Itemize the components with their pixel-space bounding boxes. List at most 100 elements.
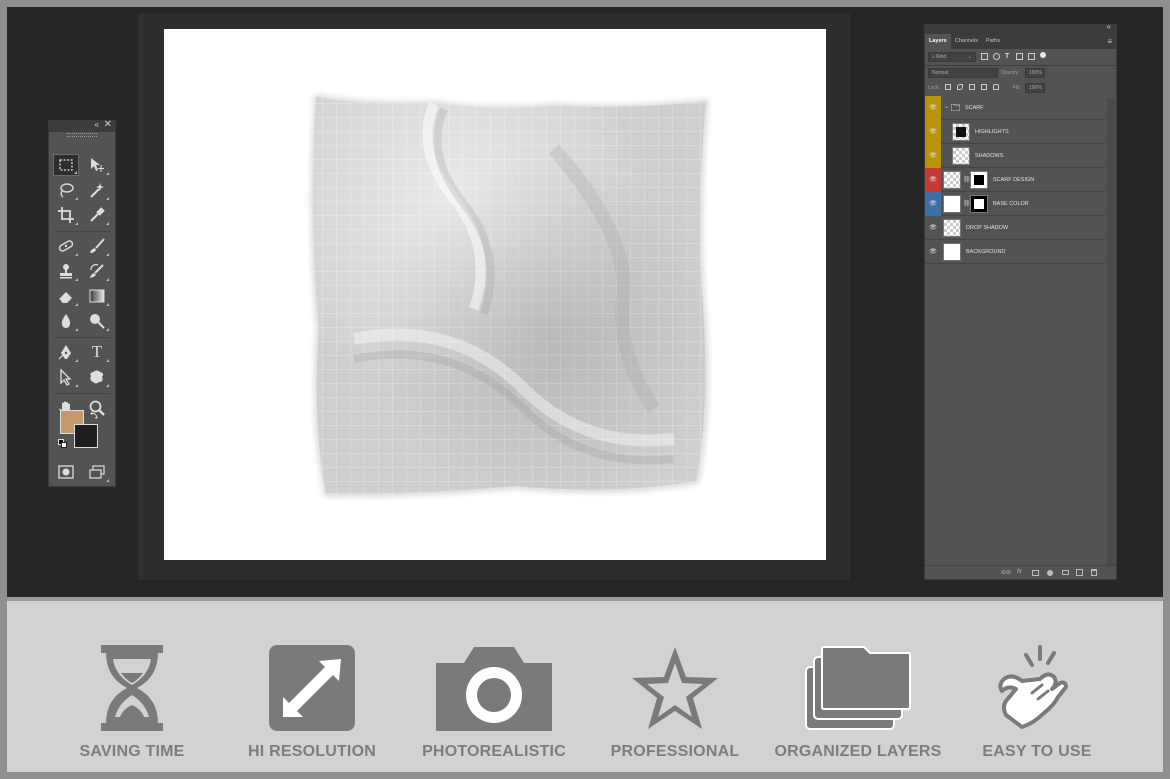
layer-row-highlights[interactable]: 👁 HIGHLIGHTS <box>925 119 1106 144</box>
layer-color-tag[interactable]: 👁 <box>925 95 941 120</box>
panel-grip[interactable] <box>67 133 97 137</box>
shape-filter-icon[interactable] <box>1016 53 1023 60</box>
blur-tool[interactable] <box>53 310 79 332</box>
eyedropper-icon <box>90 207 105 222</box>
layer-row-background[interactable]: 👁 BACKGROUND <box>925 240 1106 264</box>
bandage-icon <box>58 240 74 252</box>
type-tool[interactable]: T <box>84 341 110 363</box>
lock-transparent-icon[interactable] <box>945 84 951 90</box>
collapse-icon[interactable]: « <box>1107 22 1111 31</box>
document-canvas[interactable] <box>164 29 826 560</box>
eye-icon[interactable]: 👁 <box>929 248 937 255</box>
panel-tabs: Layers Channels Paths ≡ <box>925 34 1116 49</box>
lasso-tool[interactable] <box>53 179 79 201</box>
close-icon[interactable]: ✕ <box>104 119 112 130</box>
new-group-icon[interactable] <box>1062 570 1069 575</box>
adjustment-filter-icon[interactable] <box>993 53 1000 60</box>
droplet-icon <box>61 314 71 328</box>
trash-icon[interactable] <box>1091 569 1097 576</box>
opacity-input[interactable]: 100% <box>1025 68 1045 78</box>
layers-scrollbar[interactable] <box>1107 98 1115 572</box>
layer-color-tag[interactable]: 👁 <box>925 143 941 168</box>
adjustment-layer-icon[interactable] <box>1047 570 1053 576</box>
pixel-filter-icon[interactable] <box>981 53 988 60</box>
layer-color-tag[interactable]: 👁 <box>925 191 941 216</box>
layer-color-tag[interactable]: 👁 <box>925 167 941 192</box>
chevron-down-icon[interactable]: ⌄ <box>944 103 949 110</box>
layer-color-tag[interactable]: 👁 <box>925 119 941 144</box>
path-selection-tool[interactable] <box>53 366 79 388</box>
layer-visibility[interactable]: 👁 <box>925 240 941 264</box>
folders-icon <box>805 646 911 730</box>
move-tool[interactable] <box>84 154 110 176</box>
layer-visibility[interactable]: 👁 <box>925 216 941 240</box>
eye-icon[interactable]: 👁 <box>929 128 937 135</box>
chevron-down-icon: ⌄ <box>967 54 972 60</box>
layer-thumbnail <box>943 195 961 213</box>
layer-row-base-color[interactable]: 👁 ⛓ BASE COLOR <box>925 191 1106 216</box>
layer-thumbnail <box>943 219 961 237</box>
feature-label: ORGANIZED LAYERS <box>774 743 942 760</box>
eye-icon[interactable]: 👁 <box>929 104 937 111</box>
layer-row-scarf-group[interactable]: 👁 ⌄ SCARF <box>925 95 1106 120</box>
rectangular-marquee-tool[interactable] <box>53 154 79 176</box>
eraser-tool[interactable] <box>53 285 79 307</box>
panel-menu-icon[interactable]: ≡ <box>1107 37 1112 46</box>
eye-icon[interactable]: 👁 <box>929 176 937 183</box>
feature-photorealistic: PHOTOREALISTIC <box>399 601 589 772</box>
blend-mode-select[interactable]: Normal <box>928 68 998 78</box>
crop-tool[interactable] <box>53 204 79 226</box>
type-filter-icon[interactable]: T <box>1005 53 1012 60</box>
layer-name: DROP SHADOW <box>966 225 1009 231</box>
layer-row-scarf-design[interactable]: 👁 ⛓ SCARF DESIGN <box>925 167 1106 192</box>
collapse-icon[interactable]: « <box>95 120 99 129</box>
layer-mask-thumbnail[interactable] <box>970 195 988 213</box>
default-colors-icon[interactable] <box>58 439 68 449</box>
layer-mask-thumbnail[interactable] <box>970 171 988 189</box>
link-layers-icon[interactable]: ⊖⊖ <box>1001 569 1011 576</box>
dodge-tool[interactable] <box>84 310 110 332</box>
background-color-swatch[interactable] <box>74 424 98 448</box>
smart-object-filter-icon[interactable] <box>1028 53 1035 60</box>
filter-toggle-icon[interactable] <box>1040 52 1046 58</box>
tab-paths[interactable]: Paths <box>982 34 1004 49</box>
lock-pixels-icon[interactable] <box>957 84 963 90</box>
add-mask-icon[interactable] <box>1032 570 1039 576</box>
gradient-tool[interactable] <box>84 285 110 307</box>
clone-stamp-tool[interactable] <box>53 260 79 282</box>
custom-shape-tool[interactable] <box>84 366 110 388</box>
quick-mask-button[interactable] <box>53 461 79 483</box>
layer-row-drop-shadow[interactable]: 👁 DROP SHADOW <box>925 216 1106 240</box>
eye-icon[interactable]: 👁 <box>929 200 937 207</box>
filter-kind-select[interactable]: ⌕ Kind ⌄ <box>928 52 976 62</box>
feature-label: EASY TO USE <box>982 743 1092 760</box>
lock-artboard-icon[interactable] <box>981 84 987 90</box>
lock-position-icon[interactable] <box>969 84 975 90</box>
camera-icon <box>436 647 552 731</box>
magic-wand-tool[interactable] <box>84 179 110 201</box>
tools-panel: « ✕ T <box>48 119 116 487</box>
swap-colors-icon[interactable] <box>89 411 99 421</box>
eye-icon[interactable]: 👁 <box>929 152 937 159</box>
stamp-icon <box>60 264 72 279</box>
tab-layers[interactable]: Layers <box>925 34 951 49</box>
eyedropper-tool[interactable] <box>84 204 110 226</box>
layer-thumbnail <box>943 171 961 189</box>
lock-all-icon[interactable] <box>993 84 999 90</box>
history-brush-tool[interactable] <box>84 260 110 282</box>
fill-input[interactable]: 100% <box>1025 83 1045 93</box>
layer-row-shadows[interactable]: 👁 SHADOWS <box>925 143 1106 168</box>
feature-hi-resolution: HI RESOLUTION <box>217 601 407 772</box>
pen-tool[interactable] <box>53 341 79 363</box>
arrow-icon <box>60 368 72 386</box>
fx-icon[interactable]: fx <box>1017 569 1022 575</box>
layer-name: BACKGROUND <box>966 249 1006 255</box>
feature-label: PHOTOREALISTIC <box>422 743 566 760</box>
new-layer-icon[interactable] <box>1076 569 1083 576</box>
healing-brush-tool[interactable] <box>53 235 79 257</box>
tab-channels[interactable]: Channels <box>951 34 982 49</box>
feature-professional: PROFESSIONAL <box>580 601 770 772</box>
screen-mode-button[interactable] <box>84 461 110 483</box>
brush-tool[interactable] <box>84 235 110 257</box>
eye-icon[interactable]: 👁 <box>929 224 937 231</box>
